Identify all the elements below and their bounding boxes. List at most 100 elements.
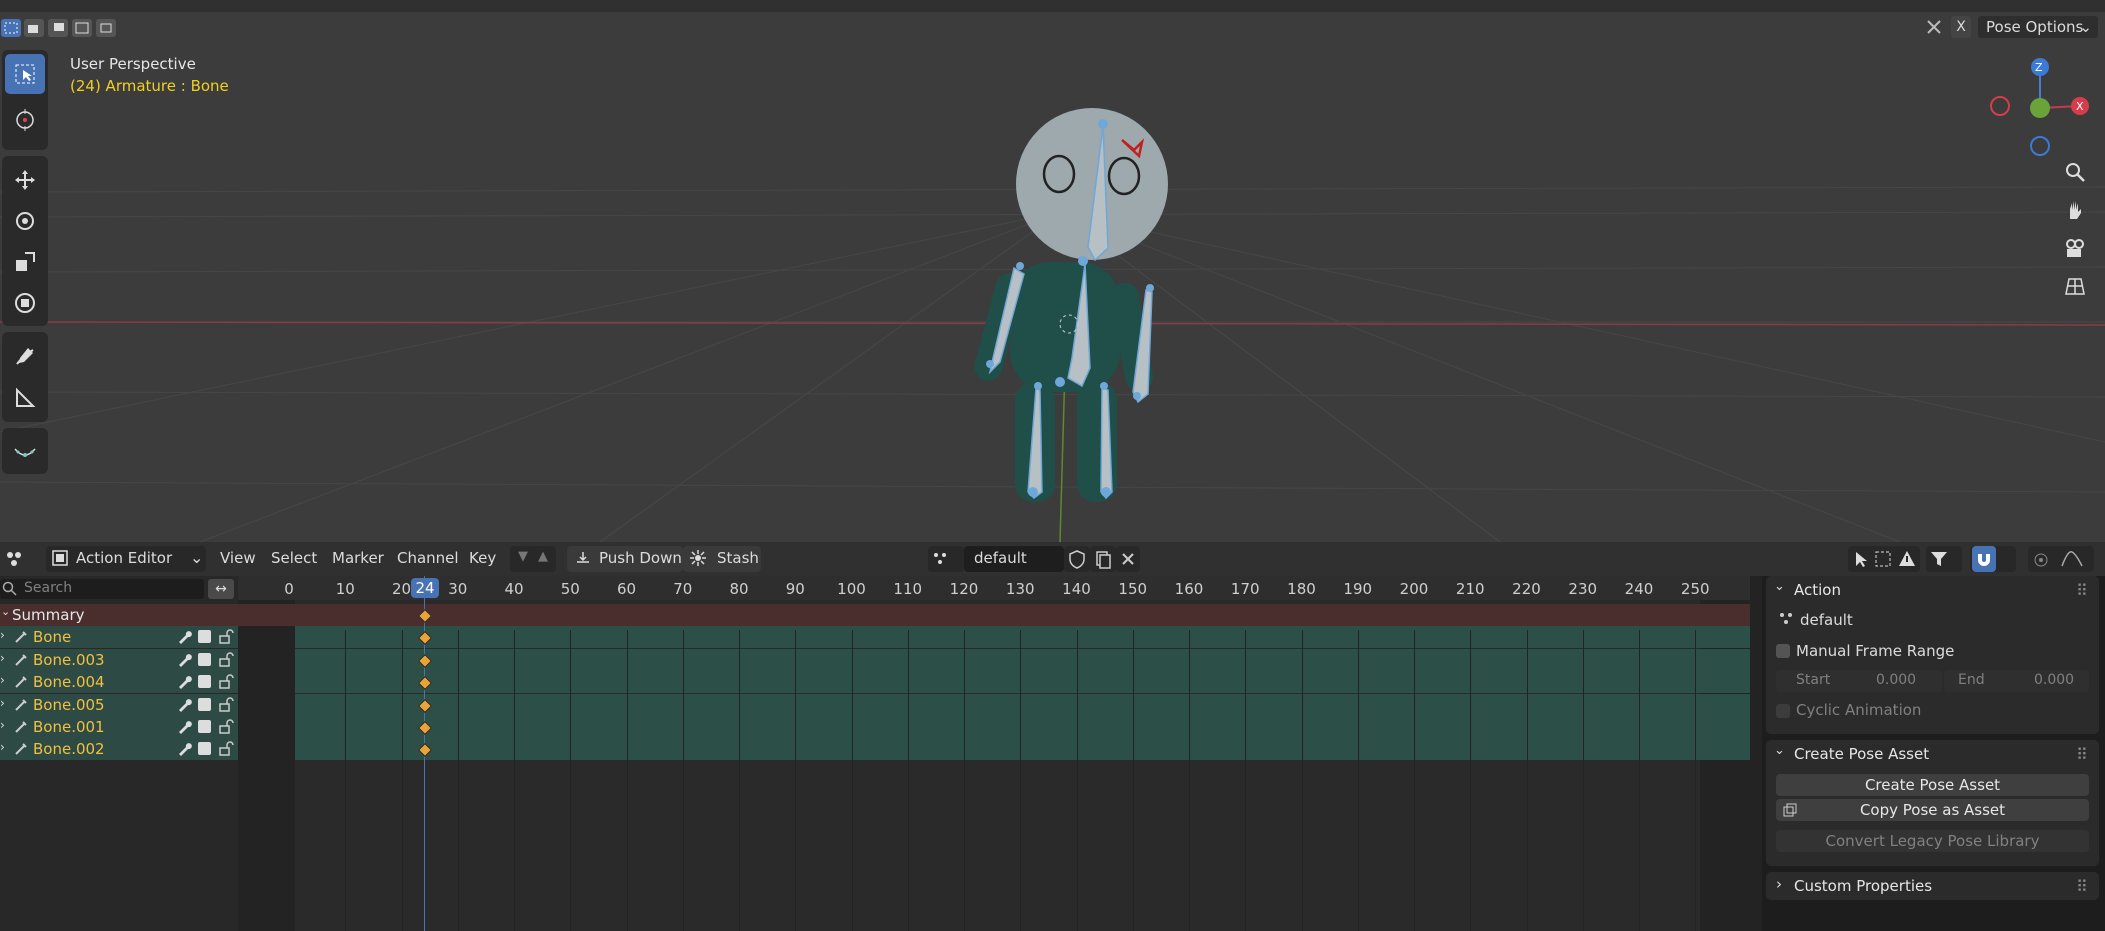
wrench-icon[interactable] [176,629,192,649]
wrench-icon[interactable] [176,674,192,694]
perspective-grid-icon[interactable] [2057,268,2093,304]
proportional-edit-toggles[interactable] [2028,546,2094,572]
relax-pose-tool-icon[interactable] [5,431,45,471]
channel-row[interactable]: › Bone.004 [0,671,238,693]
start-frame-field[interactable]: Start 0.000 [1776,670,1942,692]
wrench-icon[interactable] [176,719,192,739]
drag-handle-icon[interactable]: ⠿ [2076,745,2088,764]
3d-viewport[interactable]: User Perspective (24) Armature : Bone X … [0,12,2105,542]
manual-frame-range-checkbox[interactable] [1776,644,1790,658]
summary-track[interactable] [238,604,1750,626]
channel-row[interactable]: › Bone.003 [0,649,238,671]
editor-type-icon[interactable] [4,549,30,573]
channel-row[interactable]: › Bone.001 [0,716,238,738]
chevron-right-icon[interactable]: › [0,740,5,754]
scale-tool-icon[interactable] [5,242,45,282]
chevron-down-icon[interactable]: ⌄ [1774,579,1785,594]
select-subtract-mode-icon[interactable] [48,19,68,37]
menu-view[interactable]: View [220,549,256,567]
channel-enable-checkbox[interactable] [198,630,211,643]
push-down-button[interactable]: Push Down [567,546,683,572]
viewport-options-icon[interactable] [1925,18,1943,36]
wrench-icon[interactable] [176,741,192,761]
menu-select[interactable]: Select [271,549,317,567]
drag-handle-icon[interactable]: ⠿ [2076,877,2088,896]
auto-snapping-dropdown[interactable] [1970,546,2016,572]
pose-options-dropdown[interactable]: Pose Options ⌄ [1978,16,2098,38]
chevron-right-icon[interactable]: › [0,718,5,732]
channel-enable-checkbox[interactable] [198,675,211,688]
rotate-tool-icon[interactable] [5,201,45,241]
chevron-right-icon[interactable]: › [0,628,5,642]
chevron-right-icon[interactable]: › [0,651,5,665]
proportional-edit-icon[interactable] [2034,552,2048,571]
select-extend-mode-icon[interactable] [24,19,44,37]
falloff-curve-icon[interactable] [2060,550,2084,572]
channel-row[interactable]: › Bone [0,626,238,648]
show-hidden-icon[interactable] [1874,550,1892,572]
copy-pose-as-asset-button[interactable]: Copy Pose as Asset [1776,799,2089,821]
chevron-down-icon[interactable]: ⌄ [1774,743,1785,758]
channel-enable-checkbox[interactable] [198,742,211,755]
create-pose-asset-button[interactable]: Create Pose Asset [1776,774,2089,796]
x-mirror-toggle[interactable]: X [1951,16,1971,38]
layer-up-icon[interactable]: ▲ [538,549,548,564]
annotate-tool-icon[interactable] [5,336,45,376]
chevron-right-icon[interactable]: › [1776,875,1782,893]
only-selected-toggles[interactable] [1848,546,1920,572]
channel-search-field[interactable]: Search [0,579,204,599]
end-frame-field[interactable]: End 0.000 [1944,670,2089,692]
select-invert-mode-icon[interactable] [72,19,92,37]
editor-mode-dropdown[interactable]: Action Editor ⌄ [46,546,206,572]
select-intersect-mode-icon[interactable] [96,19,116,37]
move-tool-icon[interactable] [5,160,45,200]
drag-handle-icon[interactable]: ⠿ [2076,581,2088,600]
dopesheet-timeline[interactable]: 0 10 20 30 40 50 60 70 80 90 100 110 120 130 140 150 160… [238,576,1750,931]
chevron-down-icon[interactable]: ⌄ [1,605,10,618]
convert-legacy-pose-library-button[interactable]: Convert Legacy Pose Library [1776,830,2089,852]
fake-user-shield-icon[interactable] [1064,546,1090,572]
summary-row[interactable]: ⌄ Summary [0,604,238,626]
zoom-icon[interactable] [2057,154,2093,190]
cyclic-animation-checkbox[interactable] [1776,704,1790,718]
channel-enable-checkbox[interactable] [198,653,211,666]
new-action-icon[interactable] [1090,546,1116,572]
menu-key[interactable]: Key [469,549,496,567]
unlink-action-close-icon[interactable] [1116,546,1140,572]
only-selected-icon[interactable] [1852,550,1870,572]
measure-tool-icon[interactable] [5,378,45,418]
menu-marker[interactable]: Marker [332,549,384,567]
custom-properties-panel[interactable]: › Custom Properties ⠿ [1766,872,2099,900]
channel-enable-checkbox[interactable] [198,720,211,733]
stash-button[interactable]: Stash [683,546,761,572]
lock-icon[interactable] [218,674,234,694]
snap-magnet-icon[interactable] [1972,546,1996,572]
cursor-tool-icon[interactable] [5,100,45,140]
chevron-right-icon[interactable]: › [0,696,5,710]
layer-down-icon[interactable]: ▼ [518,549,528,564]
action-browse-dropdown[interactable] [928,546,964,572]
filter-dropdown[interactable] [1926,546,1962,572]
pan-hand-icon[interactable] [2057,192,2093,228]
only-errors-warning-icon[interactable] [1898,550,1916,572]
channel-row[interactable]: › Bone.002 [0,738,238,760]
lock-icon[interactable] [218,629,234,649]
swap-arrows-icon[interactable]: ↔ [208,579,234,599]
lock-icon[interactable] [218,697,234,717]
action-name-field[interactable]: default [964,546,1064,572]
wrench-icon[interactable] [176,652,192,672]
chevron-right-icon[interactable]: › [0,673,5,687]
lock-icon[interactable] [218,652,234,672]
channel-row[interactable]: › Bone.005 [0,694,238,716]
layer-arrows[interactable]: ▼ ▲ [510,546,556,572]
select-box-mode-icon[interactable] [1,19,21,37]
camera-view-icon[interactable] [2057,230,2093,266]
lock-icon[interactable] [218,719,234,739]
menu-channel[interactable]: Channel [397,549,459,567]
channel-enable-checkbox[interactable] [198,698,211,711]
timeline-scrollbar[interactable] [1750,576,1762,931]
wrench-icon[interactable] [176,697,192,717]
lock-icon[interactable] [218,741,234,761]
current-frame-indicator[interactable]: 24 [411,578,439,598]
select-box-tool-icon[interactable] [5,54,45,94]
